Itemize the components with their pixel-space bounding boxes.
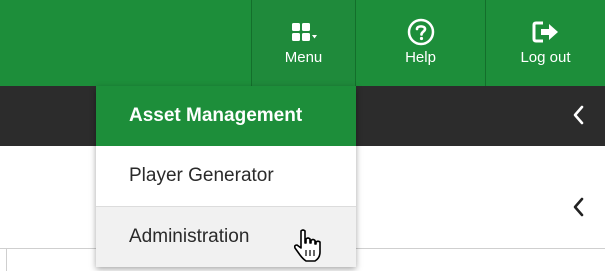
divider: [6, 248, 7, 271]
menu-item-player-generator[interactable]: Player Generator: [96, 146, 356, 206]
app-frame: Menu Help Log out Asset Management Playe…: [0, 0, 605, 271]
logout-icon: [532, 19, 560, 45]
question-circle-icon: [407, 18, 435, 46]
chevron-left-icon[interactable]: [571, 192, 585, 222]
logout-button[interactable]: Log out: [485, 0, 605, 86]
help-button-label: Help: [405, 49, 436, 66]
menu-item-asset-management[interactable]: Asset Management: [96, 86, 356, 146]
top-navigation-bar: Menu Help Log out: [0, 0, 605, 86]
chevron-left-icon[interactable]: [571, 100, 585, 130]
grid-menu-icon: [290, 19, 318, 45]
help-button[interactable]: Help: [355, 0, 485, 86]
menu-button-label: Menu: [284, 49, 323, 66]
hand-pointer-cursor: [293, 229, 321, 262]
logout-button-label: Log out: [520, 49, 571, 66]
menu-button[interactable]: Menu: [251, 0, 355, 86]
